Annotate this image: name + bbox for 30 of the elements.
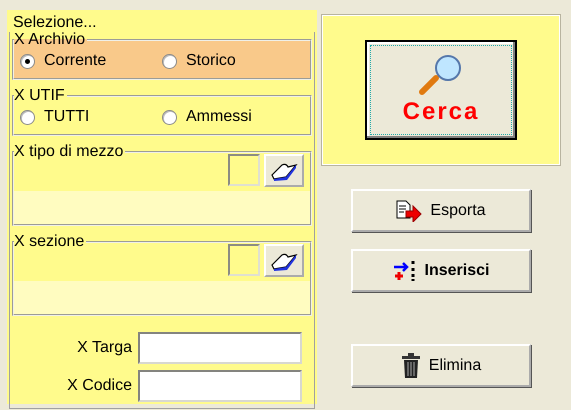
insert-button[interactable]: Inserisci <box>351 249 531 292</box>
radio-label: Corrente <box>44 52 106 70</box>
radio-button[interactable] <box>162 110 177 124</box>
trash-icon <box>400 352 421 378</box>
group-title: X UTIF <box>14 87 65 104</box>
radio-label: Ammessi <box>186 108 252 126</box>
field-label: X Codice <box>66 377 132 395</box>
group-title: X sezione <box>14 233 84 250</box>
radio-label: Storico <box>186 52 236 70</box>
export-icon <box>396 200 422 222</box>
search-icon <box>418 54 464 96</box>
radio-button[interactable] <box>20 54 35 68</box>
lookup-button[interactable] <box>264 244 304 277</box>
group-title: X Archivio <box>14 31 86 48</box>
code-field[interactable] <box>228 154 260 186</box>
group-title: X tipo di mezzo <box>14 143 124 160</box>
input-field[interactable] <box>138 332 302 364</box>
field-label: X Targa <box>76 339 132 357</box>
radio-button[interactable] <box>162 54 177 68</box>
radio-label: TUTTI <box>44 108 90 126</box>
panel-title: Selezione... <box>13 14 97 31</box>
book-icon <box>270 160 298 180</box>
export-button[interactable]: Esporta <box>351 189 531 232</box>
input-field[interactable] <box>138 370 302 402</box>
insert-icon <box>392 260 417 282</box>
delete-button[interactable]: Elimina <box>351 344 531 387</box>
book-icon <box>270 250 298 270</box>
lookup-button[interactable] <box>264 154 304 187</box>
code-field[interactable] <box>228 244 260 276</box>
radio-button[interactable] <box>20 110 35 124</box>
